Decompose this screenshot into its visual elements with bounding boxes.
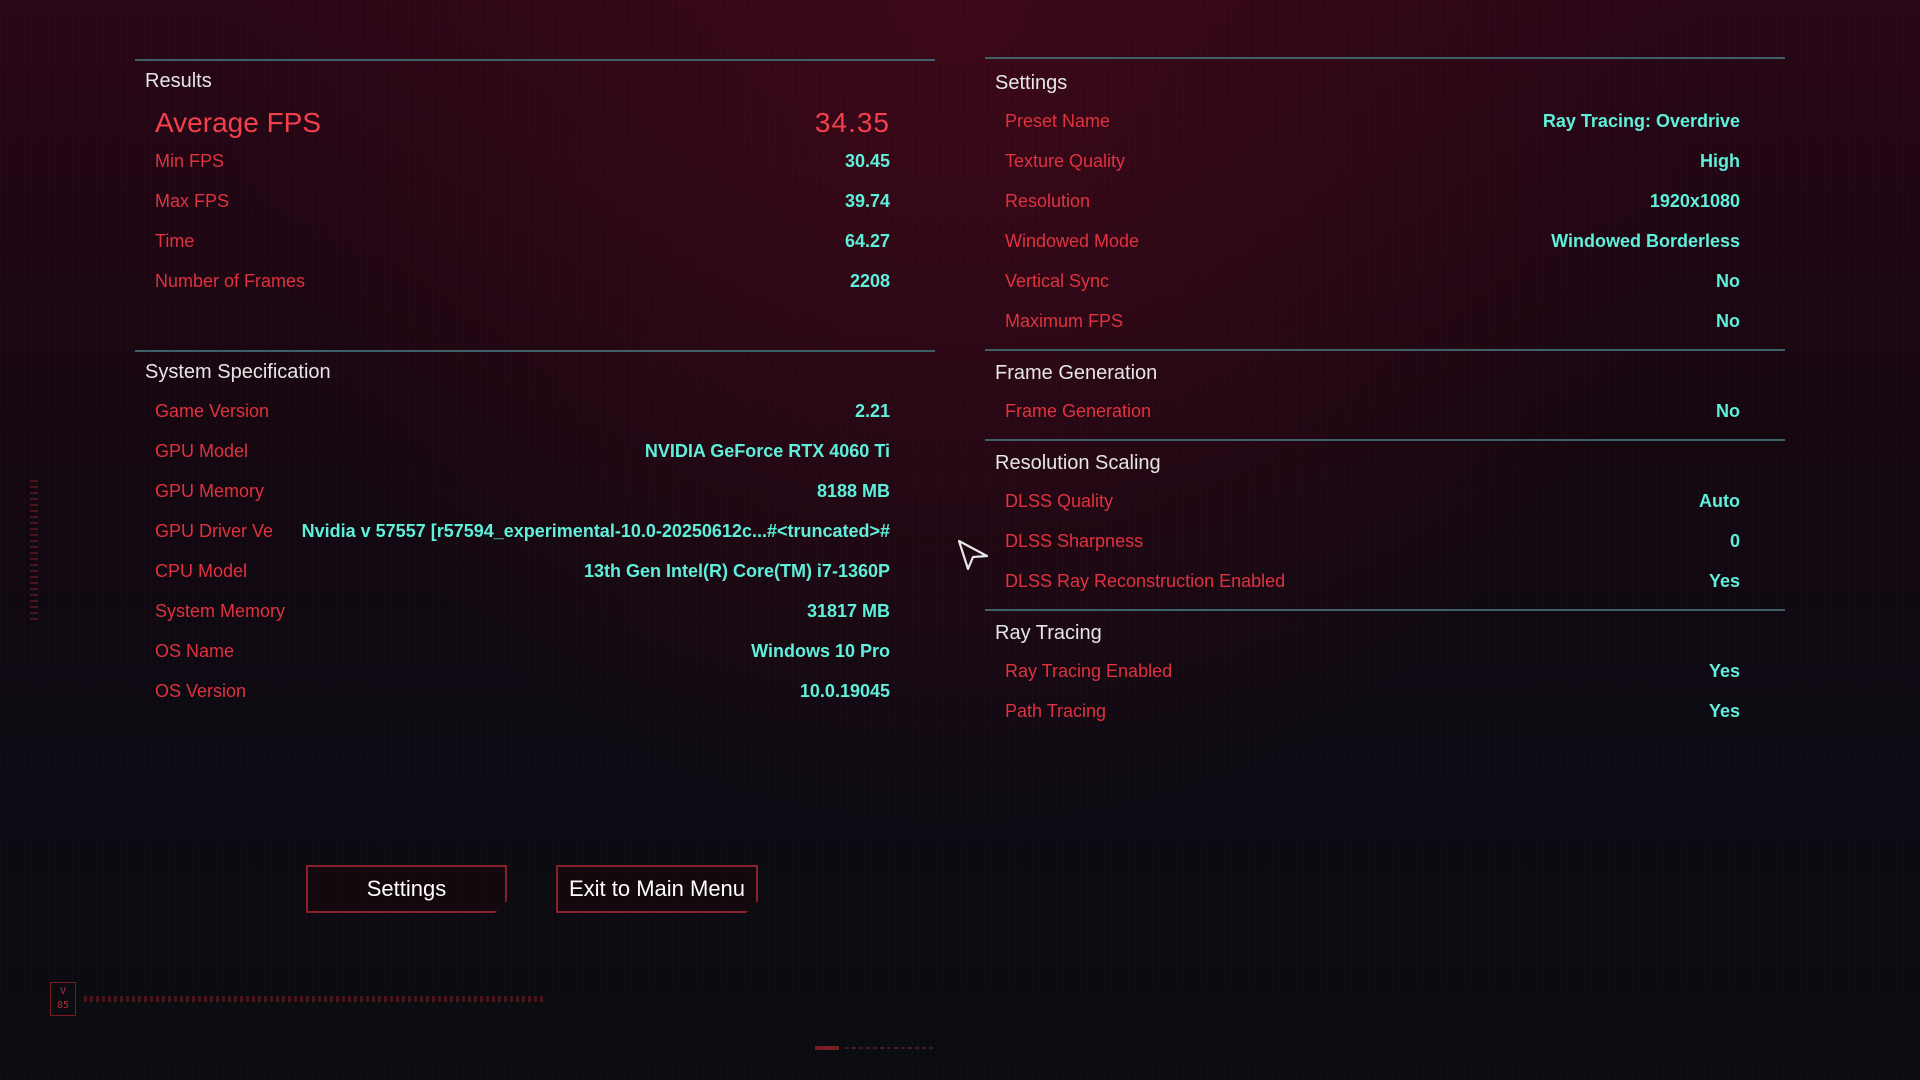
setting-value: High (1700, 151, 1740, 171)
setting-row-preset: Preset Name Ray Tracing: Overdrive (985, 111, 1785, 139)
side-decoration (30, 480, 38, 620)
exit-to-main-menu-button[interactable]: Exit to Main Menu (556, 865, 758, 913)
setting-value: Auto (1699, 491, 1740, 511)
stat-value: 30.45 (844, 151, 890, 171)
settings-panel: Settings Preset Name Ray Tracing: Overdr… (985, 57, 1785, 349)
setting-row-windowed: Windowed Mode Windowed Borderless (985, 231, 1785, 259)
setting-value: Yes (1708, 661, 1740, 681)
resolution-scaling-panel: Resolution Scaling DLSS Quality Auto DLS… (985, 439, 1785, 609)
spec-value: 2.21 (854, 401, 890, 421)
spec-value: NVIDIA GeForce RTX 4060 Ti (644, 441, 890, 461)
average-fps-value: 34.35 (814, 107, 890, 138)
setting-row-dlss-quality: DLSS Quality Auto (985, 491, 1785, 519)
stat-label: Max FPS (155, 191, 230, 211)
setting-label: DLSS Sharpness (1005, 531, 1144, 551)
settings-title: Settings (995, 72, 1068, 94)
setting-row-dlss-sharpness: DLSS Sharpness 0 (985, 531, 1785, 559)
stat-row-min-fps: Min FPS 30.45 (135, 151, 935, 179)
stat-value: 39.74 (844, 191, 890, 211)
stat-value: 2208 (849, 271, 890, 291)
system-spec-panel: System Specification Game Version 2.21 G… (135, 350, 935, 730)
setting-label: DLSS Ray Reconstruction Enabled (1005, 571, 1286, 591)
bottom-decoration-dashes (845, 1047, 935, 1049)
ray-tracing-panel: Ray Tracing Ray Tracing Enabled Yes Path… (985, 609, 1785, 739)
setting-label: Texture Quality (1005, 151, 1126, 171)
setting-value: Windowed Borderless (1551, 231, 1740, 251)
average-fps-row: Average FPS 34.35 (135, 107, 935, 141)
setting-row-vsync: Vertical Sync No (985, 271, 1785, 299)
spec-row-gpu-memory: GPU Memory 8188 MB (135, 481, 935, 509)
setting-value: 1920x1080 (1649, 191, 1740, 211)
setting-value: No (1716, 311, 1740, 331)
setting-row-ray-tracing-enabled: Ray Tracing Enabled Yes (985, 661, 1785, 689)
frame-generation-panel: Frame Generation Frame Generation No (985, 349, 1785, 439)
spec-row-gpu-model: GPU Model NVIDIA GeForce RTX 4060 Ti (135, 441, 935, 469)
spec-row-system-memory: System Memory 31817 MB (135, 601, 935, 629)
spec-row-os-name: OS Name Windows 10 Pro (135, 641, 935, 669)
setting-value: No (1716, 401, 1740, 421)
setting-value: Ray Tracing: Overdrive (1542, 111, 1740, 131)
setting-value: Yes (1708, 701, 1740, 721)
spec-value: 13th Gen Intel(R) Core(TM) i7-1360P (583, 561, 890, 581)
setting-label: DLSS Quality (1005, 491, 1114, 511)
spec-label: OS Name (155, 641, 235, 661)
setting-label: Preset Name (1005, 111, 1111, 131)
stat-label: Time (155, 231, 195, 251)
spec-value: Windows 10 Pro (751, 641, 890, 661)
spec-label: System Memory (155, 601, 286, 621)
stat-row-frames: Number of Frames 2208 (135, 271, 935, 299)
spec-label: OS Version (155, 681, 247, 701)
spec-value: 10.0.19045 (799, 681, 890, 701)
resolution-scaling-title: Resolution Scaling (995, 452, 1161, 474)
stat-row-max-fps: Max FPS 39.74 (135, 191, 935, 219)
stat-label: Number of Frames (155, 271, 306, 291)
stat-label: Min FPS (155, 151, 225, 171)
spec-row-game-version: Game Version 2.21 (135, 401, 935, 429)
spec-label: Game Version (155, 401, 270, 421)
system-spec-title: System Specification (145, 361, 331, 383)
setting-label: Path Tracing (1005, 701, 1107, 721)
arrow-cursor-icon (957, 539, 989, 571)
ray-tracing-title: Ray Tracing (995, 622, 1102, 644)
setting-value: Yes (1708, 571, 1740, 591)
setting-label: Ray Tracing Enabled (1005, 661, 1173, 681)
setting-label: Resolution (1005, 191, 1091, 211)
setting-row-frame-generation: Frame Generation No (985, 401, 1785, 429)
bottom-decoration-bar (815, 1046, 839, 1050)
stat-row-time: Time 64.27 (135, 231, 935, 259)
frame-generation-title: Frame Generation (995, 362, 1158, 384)
spec-row-os-version: OS Version 10.0.19045 (135, 681, 935, 709)
version-badge-icon: V 85 (50, 982, 76, 1016)
results-panel: Results Average FPS 34.35 Min FPS 30.45 … (135, 59, 935, 349)
spec-row-gpu-driver: GPU Driver Ve Nvidia v 57557 [r57594_exp… (135, 521, 935, 549)
setting-row-texture: Texture Quality High (985, 151, 1785, 179)
settings-button[interactable]: Settings (306, 865, 507, 913)
setting-row-resolution: Resolution 1920x1080 (985, 191, 1785, 219)
setting-label: Maximum FPS (1005, 311, 1124, 331)
setting-label: Vertical Sync (1005, 271, 1110, 291)
setting-row-dlss-ray-reconstruction: DLSS Ray Reconstruction Enabled Yes (985, 571, 1785, 599)
spec-value: 8188 MB (816, 481, 890, 501)
bottom-decoration (815, 1046, 935, 1050)
setting-value: 0 (1729, 531, 1740, 551)
spec-value: 31817 MB (806, 601, 890, 621)
setting-label: Frame Generation (1005, 401, 1152, 421)
spec-label: GPU Memory (155, 481, 265, 501)
spec-label: GPU Model (155, 441, 249, 461)
setting-row-max-fps: Maximum FPS No (985, 311, 1785, 339)
setting-value: No (1716, 271, 1740, 291)
setting-label: Windowed Mode (1005, 231, 1140, 251)
spec-row-cpu-model: CPU Model 13th Gen Intel(R) Core(TM) i7-… (135, 561, 935, 589)
setting-row-path-tracing: Path Tracing Yes (985, 701, 1785, 729)
results-title: Results (145, 70, 212, 92)
spec-value: Nvidia v 57557 [r57594_experimental-10.0… (301, 521, 890, 541)
average-fps-label: Average FPS (155, 107, 322, 138)
stat-value: 64.27 (844, 231, 890, 251)
spec-label: GPU Driver Ve (155, 521, 274, 541)
spec-label: CPU Model (155, 561, 248, 581)
dotted-decoration (84, 996, 544, 1002)
